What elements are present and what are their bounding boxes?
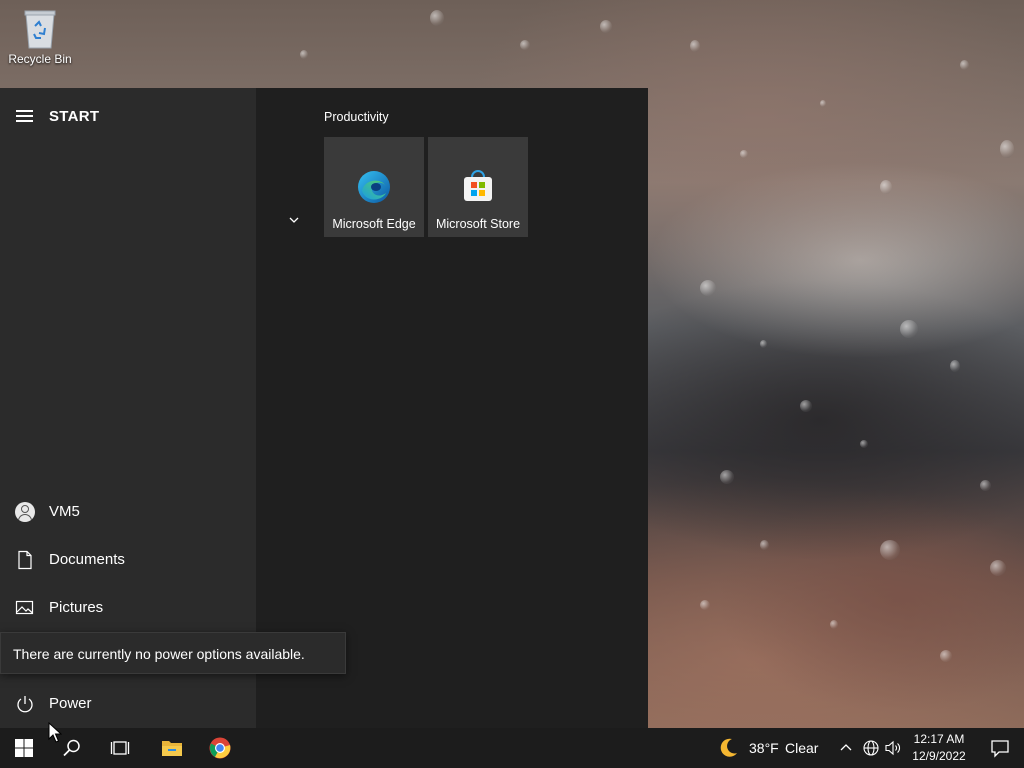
start-header: START (0, 102, 256, 130)
rail-item-user[interactable]: VM5 (0, 490, 256, 534)
clock-time: 12:17 AM (913, 732, 965, 746)
rail-item-documents[interactable]: Documents (0, 538, 256, 582)
document-icon (15, 550, 35, 570)
search-icon (63, 739, 80, 757)
rail-item-label: VM5 (49, 503, 80, 520)
recycle-bin-label: Recycle Bin (8, 52, 72, 66)
moon-icon (720, 738, 737, 757)
weather-temperature[interactable]: 38°F (749, 740, 779, 756)
volume-button[interactable] (882, 728, 904, 768)
task-view-icon (110, 741, 130, 755)
rail-item-label: Pictures (49, 599, 104, 616)
power-options-tooltip: There are currently no power options ava… (0, 632, 346, 674)
chevron-up-icon (840, 744, 852, 751)
tile-microsoft-store[interactable]: Microsoft Store (428, 137, 528, 237)
mouse-cursor-icon (48, 721, 63, 744)
notification-icon (991, 740, 1009, 758)
clock-date: 12/9/2022 (912, 749, 966, 763)
file-explorer-button[interactable] (147, 728, 195, 768)
start-button[interactable] (0, 728, 48, 768)
task-view-button[interactable] (96, 728, 144, 768)
chrome-button[interactable] (196, 728, 244, 768)
pictures-icon (15, 598, 35, 618)
tile-label: Microsoft Edge (332, 217, 416, 231)
tile-label: Microsoft Store (435, 217, 521, 231)
weather-widget-icon-button[interactable] (712, 728, 746, 768)
taskbar: 38°F Clear 12:17 AM 12/9/2022 (0, 728, 1024, 768)
power-icon (15, 694, 35, 714)
rail-item-power[interactable]: Power (0, 682, 256, 726)
start-menu: START VM5 Documents Pictures Power There… (0, 88, 648, 728)
weather-condition[interactable]: Clear (785, 740, 818, 756)
chevron-down-icon[interactable] (286, 212, 302, 228)
hamburger-menu-icon[interactable] (16, 110, 33, 122)
folder-icon (162, 741, 182, 756)
start-title: START (49, 108, 100, 125)
globe-icon (863, 740, 879, 756)
rail-item-label: Power (49, 695, 92, 712)
chrome-icon (209, 737, 231, 759)
recycle-bin-icon (22, 8, 58, 49)
user-avatar-icon (15, 502, 35, 522)
recycle-bin-shortcut[interactable]: Recycle Bin (6, 6, 74, 66)
tile-microsoft-edge[interactable]: Microsoft Edge (324, 137, 424, 237)
windows-logo-icon (15, 739, 33, 757)
store-icon (460, 169, 496, 205)
show-hidden-icons-button[interactable] (836, 728, 856, 768)
tile-group-title: Productivity (324, 110, 389, 124)
speaker-icon (885, 740, 900, 756)
edge-icon (356, 169, 392, 205)
rail-item-pictures[interactable]: Pictures (0, 586, 256, 630)
network-button[interactable] (860, 728, 882, 768)
taskbar-clock[interactable]: 12:17 AM 12/9/2022 (908, 731, 970, 765)
rail-item-label: Documents (49, 551, 125, 568)
action-center-button[interactable] (976, 728, 1024, 768)
